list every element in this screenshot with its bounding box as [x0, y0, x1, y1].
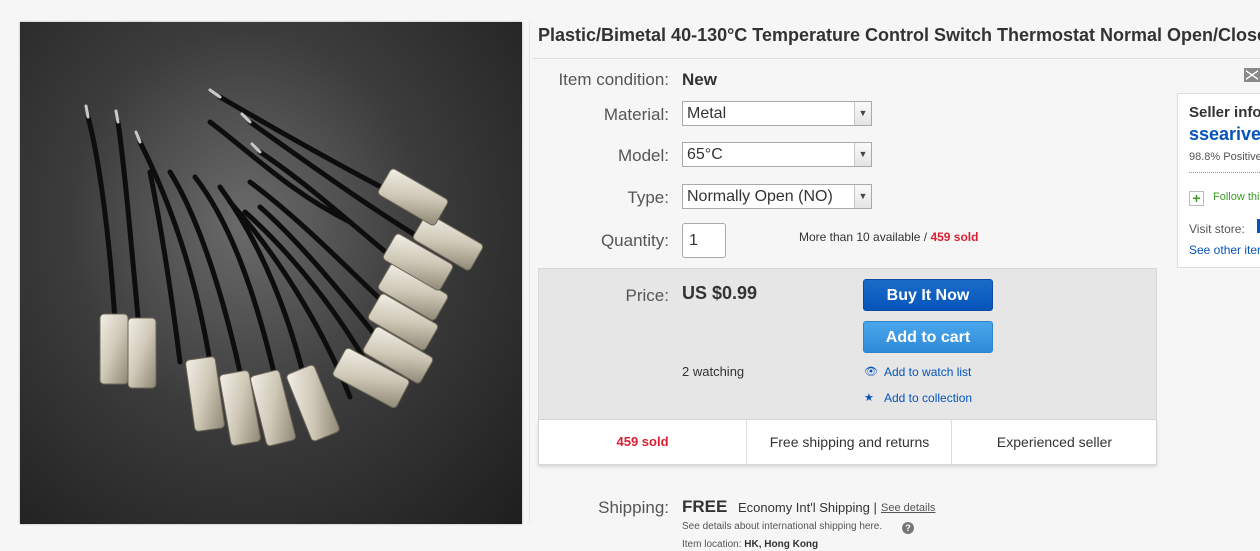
availability-separator: /: [920, 230, 931, 244]
material-selected: Metal: [687, 105, 727, 122]
material-select[interactable]: Metal ▼: [682, 101, 872, 126]
shipping-free: FREE: [682, 497, 728, 516]
see-other-items-link[interactable]: See other items: [1189, 243, 1260, 257]
shipping-label: Shipping:: [598, 498, 669, 517]
item-location-label: Item location:: [682, 539, 742, 550]
item-location: Item location: HK, Hong Kong: [682, 539, 818, 550]
seller-name-link[interactable]: ssearive: [1189, 124, 1260, 145]
add-to-collection-link[interactable]: Add to collection: [884, 391, 972, 405]
type-label: Type:: [627, 188, 669, 207]
highlights-strip: 459 sold Free shipping and returns Exper…: [538, 420, 1157, 465]
add-to-cart-button[interactable]: Add to cart: [863, 321, 993, 353]
mail-icon[interactable]: [1244, 68, 1260, 82]
product-image[interactable]: [20, 22, 522, 524]
title-divider: [533, 58, 1260, 59]
item-condition-label: Item condition:: [558, 70, 669, 89]
chevron-down-icon: ▼: [854, 143, 871, 166]
visit-store-label: Visit store:: [1189, 222, 1245, 236]
material-label: Material:: [603, 105, 669, 124]
plus-icon[interactable]: +: [1189, 191, 1204, 206]
shipping-type: Economy Int'l Shipping |: [738, 500, 877, 515]
type-select[interactable]: Normally Open (NO) ▼: [682, 184, 872, 209]
watching-count: 2 watching: [682, 364, 745, 379]
price-value: US $0.99: [682, 283, 758, 303]
image-divider: [529, 22, 530, 522]
quantity-input[interactable]: 1: [682, 223, 726, 258]
model-selected: 65°C: [687, 146, 723, 163]
highlight-experienced-seller: Experienced seller: [951, 420, 1157, 464]
quantity-label: Quantity:: [600, 231, 669, 250]
shipping-note: See details about international shipping…: [682, 521, 883, 532]
availability-text: More than 10 available / 459 sold: [799, 230, 978, 244]
add-to-watch-list-link[interactable]: Add to watch list: [884, 365, 971, 379]
model-select[interactable]: 65°C ▼: [682, 142, 872, 167]
model-label: Model:: [617, 146, 669, 165]
item-location-value: HK, Hong Kong: [744, 539, 819, 550]
follow-seller-link[interactable]: Follow this seller: [1213, 191, 1260, 203]
item-condition-value: New: [682, 70, 717, 89]
seller-divider: [1189, 172, 1260, 173]
item-title: Plastic/Bimetal 40-130°C Temperature Con…: [538, 25, 1260, 45]
available-count: More than 10 available: [799, 230, 921, 244]
type-selected: Normally Open (NO): [687, 188, 833, 205]
price-label: Price:: [625, 286, 669, 305]
seller-info-title: Seller info: [1189, 104, 1260, 121]
question-icon[interactable]: ?: [902, 522, 914, 534]
eye-icon: 👁: [864, 366, 878, 378]
chevron-down-icon: ▼: [854, 102, 871, 125]
chevron-down-icon: ▼: [854, 185, 871, 208]
thermostat-photo-art: [84, 88, 484, 447]
star-icon: ★: [864, 392, 874, 404]
sold-count: 459 sold: [930, 230, 979, 244]
seller-feedback: 98.8% Positive: [1189, 151, 1260, 163]
highlight-free-shipping: Free shipping and returns: [746, 420, 952, 464]
highlight-sold: 459 sold: [616, 434, 669, 449]
buy-it-now-button[interactable]: Buy It Now: [863, 279, 993, 311]
see-details-link[interactable]: See details: [881, 502, 935, 514]
